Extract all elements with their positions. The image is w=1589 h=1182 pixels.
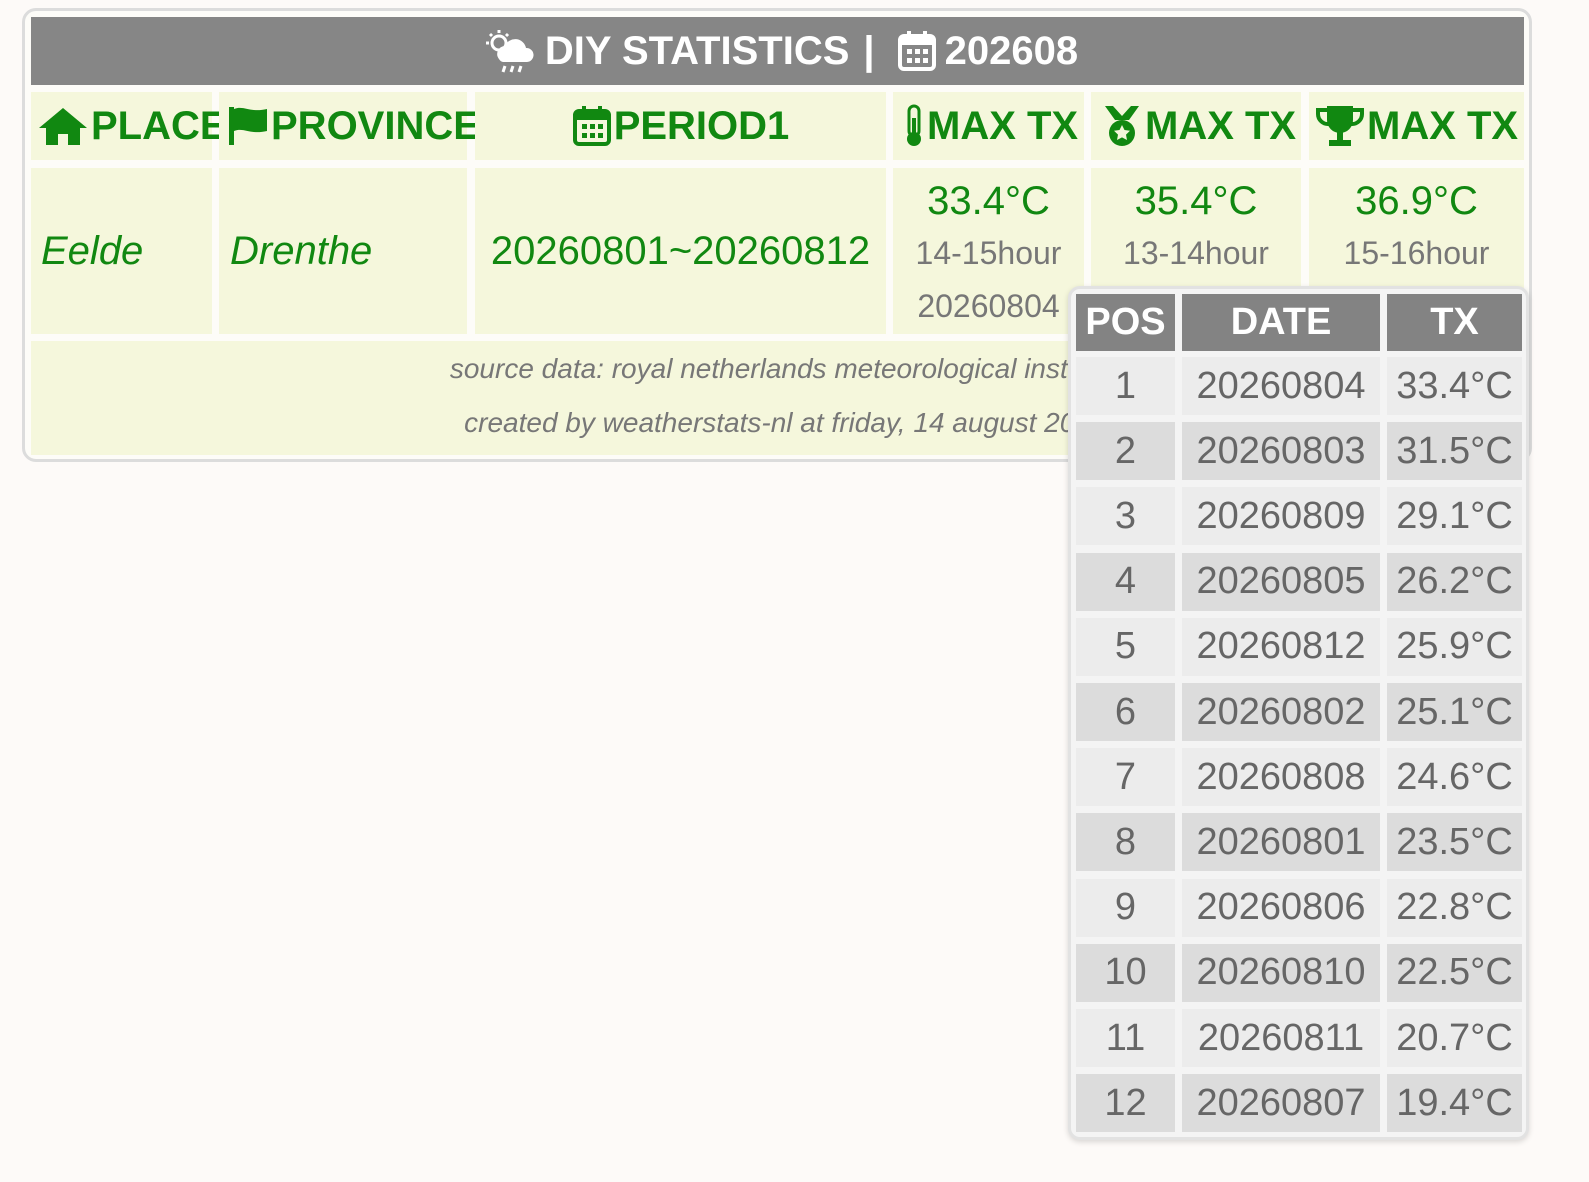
ranking-date: 20260809 — [1182, 487, 1380, 546]
ranking-tx: 25.9°C — [1387, 617, 1522, 676]
ranking-pos: 11 — [1076, 1009, 1175, 1067]
header-period-label: PERIOD1 — [613, 103, 790, 148]
header-max1: MAX TX — [893, 92, 1084, 160]
ranking-header-row: POS DATE TX — [1076, 294, 1522, 351]
ranking-header-tx: TX — [1387, 294, 1522, 351]
title-separator: | — [863, 28, 875, 73]
ranking-row: 4 20260805 26.2°C — [1076, 552, 1522, 611]
ranking-date: 20260802 — [1182, 683, 1380, 741]
ranking-row: 10 20260810 22.5°C — [1076, 943, 1522, 1002]
ranking-pos: 3 — [1076, 487, 1175, 546]
ranking-pos: 6 — [1076, 683, 1175, 741]
calendar-icon — [572, 105, 612, 147]
ranking-date: 20260806 — [1182, 878, 1380, 937]
ranking-tx: 25.1°C — [1387, 683, 1522, 741]
ranking-header-pos: POS — [1076, 294, 1175, 351]
ranking-row: 9 20260806 22.8°C — [1076, 878, 1522, 937]
ranking-tx: 26.2°C — [1387, 552, 1522, 611]
ranking-tx: 33.4°C — [1387, 357, 1522, 415]
header-province-label: PROVINCE — [271, 103, 480, 148]
cell-period: 20260801~20260812 — [475, 168, 886, 334]
ranking-date: 20260804 — [1182, 357, 1380, 415]
ranking-tx: 22.5°C — [1387, 943, 1522, 1002]
title-label: DIY STATISTICS — [544, 28, 850, 73]
ranking-header-date: DATE — [1182, 294, 1380, 351]
ranking-pos: 1 — [1076, 357, 1175, 415]
ranking-pos: 12 — [1076, 1074, 1175, 1133]
ranking-row: 7 20260808 24.6°C — [1076, 748, 1522, 807]
ranking-row: 6 20260802 25.1°C — [1076, 683, 1522, 741]
max3-value: 36.9°C — [1355, 179, 1478, 223]
ranking-row: 1 20260804 33.4°C — [1076, 357, 1522, 415]
max1-hour: 14-15hour — [915, 235, 1062, 271]
max1-value: 33.4°C — [927, 179, 1050, 223]
header-max3-label: MAX TX — [1367, 103, 1519, 148]
house-icon — [37, 106, 89, 146]
ranking-pos: 4 — [1076, 552, 1175, 611]
title-period: 202608 — [944, 28, 1079, 73]
ranking-date: 20260810 — [1182, 943, 1380, 1002]
ranking-tx: 23.5°C — [1387, 813, 1522, 872]
title-bar: DIY STATISTICS | 202608 — [31, 17, 1524, 85]
ranking-pos: 9 — [1076, 878, 1175, 937]
ranking-pos: 8 — [1076, 813, 1175, 872]
cell-province: Drenthe — [219, 168, 467, 334]
cloud-sun-rain-icon — [485, 29, 537, 73]
ranking-pos: 7 — [1076, 748, 1175, 807]
ranking-pos: 10 — [1076, 943, 1175, 1002]
trophy-icon — [1315, 104, 1365, 148]
header-period: PERIOD1 — [475, 92, 886, 160]
ranking-date: 20260803 — [1182, 422, 1380, 481]
ranking-date: 20260805 — [1182, 552, 1380, 611]
ranking-row: 12 20260807 19.4°C — [1076, 1074, 1522, 1133]
header-max2: MAX TX — [1091, 92, 1301, 160]
ranking-row: 5 20260812 25.9°C — [1076, 617, 1522, 676]
header-place-label: PLACE — [91, 103, 227, 148]
ranking-date: 20260811 — [1182, 1009, 1380, 1067]
max2-hour: 13-14hour — [1123, 235, 1269, 271]
ranking-row: 11 20260811 20.7°C — [1076, 1009, 1522, 1067]
flag-icon — [227, 105, 269, 147]
ranking-date: 20260812 — [1182, 617, 1380, 676]
header-max2-label: MAX TX — [1145, 103, 1297, 148]
header-max1-label: MAX TX — [927, 103, 1079, 148]
ranking-tx: 29.1°C — [1387, 487, 1522, 546]
calendar-icon — [897, 30, 937, 72]
ranking-tx: 22.8°C — [1387, 878, 1522, 937]
header-province: PROVINCE — [219, 92, 480, 160]
max3-hour: 15-16hour — [1343, 235, 1490, 271]
ranking-tx: 20.7°C — [1387, 1009, 1522, 1067]
ranking-date: 20260808 — [1182, 748, 1380, 807]
cell-max1[interactable]: 33.4°C 14-15hour 20260804 — [893, 168, 1084, 334]
ranking-tx: 24.6°C — [1387, 748, 1522, 807]
max2-value: 35.4°C — [1134, 179, 1258, 223]
ranking-row: 3 20260809 29.1°C — [1076, 487, 1522, 546]
ranking-pos: 5 — [1076, 617, 1175, 676]
ranking-tx: 19.4°C — [1387, 1074, 1522, 1133]
header-place: PLACE — [31, 92, 227, 160]
header-max3: MAX TX — [1309, 92, 1524, 160]
ranking-tx: 31.5°C — [1387, 422, 1522, 481]
ranking-pos: 2 — [1076, 422, 1175, 481]
medal-icon — [1101, 104, 1143, 148]
ranking-date: 20260801 — [1182, 813, 1380, 872]
thermometer-icon — [903, 104, 925, 148]
ranking-row: 2 20260803 31.5°C — [1076, 422, 1522, 481]
cell-place: Eelde — [31, 168, 212, 334]
ranking-date: 20260807 — [1182, 1074, 1380, 1133]
ranking-row: 8 20260801 23.5°C — [1076, 813, 1522, 872]
max1-date: 20260804 — [917, 288, 1060, 324]
